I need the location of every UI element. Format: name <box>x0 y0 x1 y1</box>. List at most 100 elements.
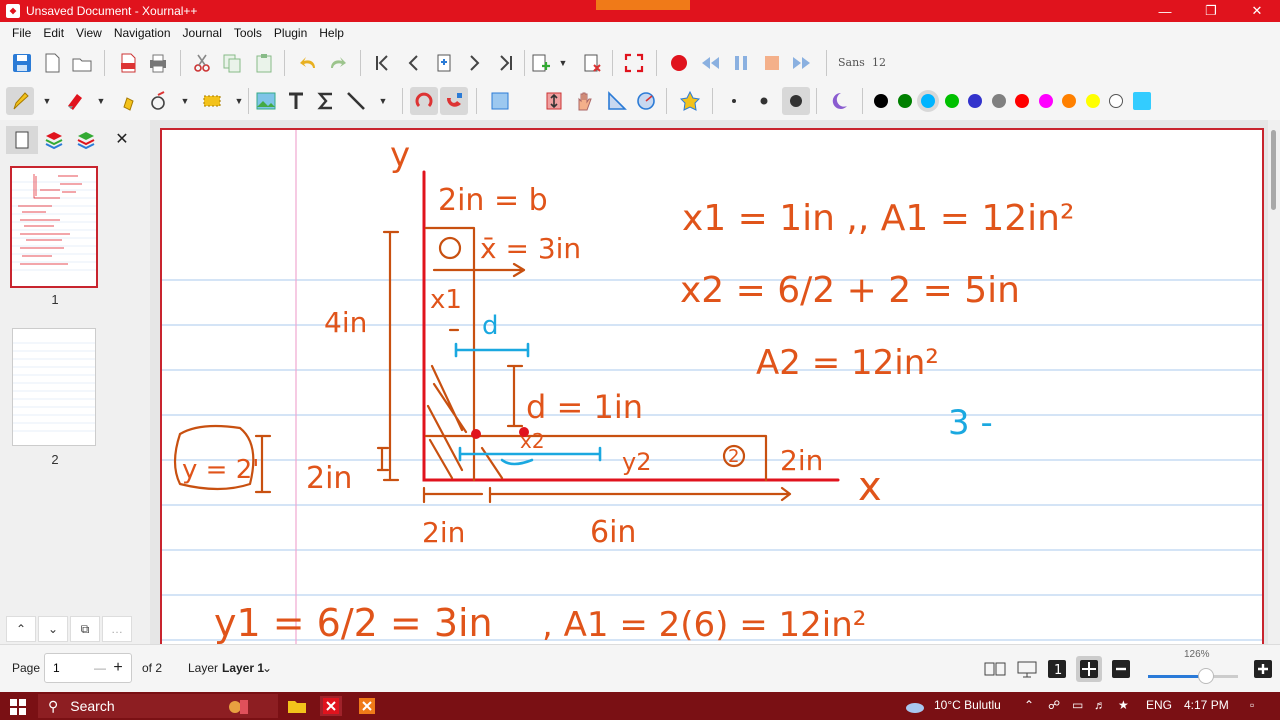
font-size[interactable]: 12 <box>872 56 886 69</box>
layer-select[interactable]: Layer 1 <box>222 661 264 675</box>
fullscreen-icon[interactable] <box>622 51 646 75</box>
new-document-icon[interactable] <box>40 51 64 75</box>
color-swatch[interactable] <box>1015 94 1029 108</box>
chevron-up-icon[interactable]: ⌃ <box>1024 698 1034 712</box>
pause-icon[interactable] <box>729 51 753 75</box>
insert-page-icon[interactable] <box>528 51 552 75</box>
previous-page-icon[interactable] <box>402 51 426 75</box>
medium-stroke-icon[interactable] <box>752 89 776 113</box>
first-page-icon[interactable] <box>370 51 394 75</box>
delete-page-button[interactable]: … <box>102 616 132 642</box>
holiday-icon[interactable] <box>228 696 250 716</box>
menu-journal[interactable]: Journal <box>177 22 228 44</box>
stop-icon[interactable] <box>760 51 784 75</box>
minimize-button[interactable]: — <box>1142 0 1188 22</box>
select-region-icon[interactable] <box>200 89 224 113</box>
decrement-button[interactable]: — <box>91 661 109 675</box>
latex-icon[interactable] <box>314 89 338 113</box>
highlighter-icon[interactable] <box>116 89 140 113</box>
vertical-space-icon[interactable] <box>542 89 566 113</box>
close-icon[interactable]: ✕ <box>112 129 132 149</box>
color-swatch[interactable] <box>1062 94 1076 108</box>
goto-page-icon[interactable] <box>432 51 456 75</box>
chevron-down-icon[interactable]: ▼ <box>234 96 244 106</box>
menu-view[interactable]: View <box>70 22 108 44</box>
chevron-down-icon[interactable]: ▼ <box>378 96 388 106</box>
chevron-down-icon[interactable]: ⌄ <box>262 661 272 675</box>
windows-start-icon[interactable] <box>10 699 26 715</box>
eraser-icon[interactable] <box>62 89 86 113</box>
next-page-icon[interactable] <box>462 51 486 75</box>
color-swatch[interactable] <box>1085 94 1100 108</box>
compass-icon[interactable] <box>634 89 658 113</box>
redo-icon[interactable] <box>326 51 350 75</box>
menu-tools[interactable]: Tools <box>228 22 268 44</box>
maximize-button[interactable]: ❐ <box>1188 0 1234 22</box>
open-folder-icon[interactable] <box>70 51 94 75</box>
document-canvas[interactable]: y 2in = b x̄ = 3in x1 4in d = 1in y = 2'… <box>150 120 1280 648</box>
color-swatch[interactable] <box>1038 94 1053 108</box>
presentation-icon[interactable] <box>1016 659 1038 679</box>
fast-forward-icon[interactable] <box>790 51 814 75</box>
color-swatch[interactable] <box>874 94 888 108</box>
language-indicator[interactable]: ENG <box>1146 698 1172 712</box>
color-swatch[interactable] <box>1132 92 1151 110</box>
color-swatch[interactable] <box>897 94 912 108</box>
menu-file[interactable]: File <box>6 22 37 44</box>
hand-icon[interactable] <box>572 89 596 113</box>
increment-button[interactable]: + <box>109 659 127 677</box>
rectangle-select-icon[interactable] <box>488 89 512 113</box>
chevron-down-icon[interactable]: ⌄ <box>38 616 68 642</box>
record-icon[interactable] <box>667 51 691 75</box>
chevron-down-icon[interactable]: ▼ <box>42 96 52 106</box>
page-thumbnail-1[interactable] <box>10 166 98 288</box>
rewind-icon[interactable] <box>698 51 722 75</box>
battery-icon[interactable]: ▭ <box>1072 698 1083 712</box>
chevron-down-icon[interactable]: ▼ <box>96 96 106 106</box>
zoom-fit-icon[interactable] <box>1076 656 1102 682</box>
volume-icon[interactable]: ♬ <box>1094 698 1106 712</box>
page-number-input[interactable]: 1 — + <box>44 653 132 683</box>
network-icon[interactable]: ☍ <box>1048 698 1060 712</box>
notifications-icon[interactable]: ▫ <box>1250 698 1254 712</box>
clock[interactable]: 4:17 PM <box>1184 698 1229 712</box>
layers-icon[interactable] <box>38 126 70 154</box>
zoom-in-icon[interactable] <box>1252 659 1274 679</box>
last-page-icon[interactable] <box>494 51 518 75</box>
page-number-value[interactable]: 1 <box>45 661 91 675</box>
grid-snap-icon[interactable] <box>440 87 468 115</box>
shape-recognizer-icon[interactable] <box>146 89 170 113</box>
chevron-down-icon[interactable]: ▼ <box>180 96 190 106</box>
menu-edit[interactable]: Edit <box>37 22 70 44</box>
chevron-down-icon[interactable]: ▼ <box>558 58 568 68</box>
color-swatch[interactable] <box>1109 94 1123 108</box>
color-swatch[interactable] <box>991 94 1006 108</box>
menu-navigation[interactable]: Navigation <box>108 22 177 44</box>
menu-help[interactable]: Help <box>313 22 350 44</box>
color-swatch[interactable] <box>968 94 982 108</box>
chevron-up-icon[interactable]: ⌃ <box>6 616 36 642</box>
draw-line-icon[interactable] <box>344 89 368 113</box>
page-preview-icon[interactable] <box>6 126 38 154</box>
ruler-snap-icon[interactable] <box>410 87 438 115</box>
duplicate-page-icon[interactable]: ⧉ <box>70 616 100 642</box>
zoom-slider[interactable] <box>1148 668 1238 684</box>
pen-icon[interactable] <box>6 87 34 115</box>
set-square-icon[interactable] <box>604 89 628 113</box>
cut-icon[interactable] <box>190 51 214 75</box>
delete-page-icon[interactable] <box>580 51 604 75</box>
file-explorer-icon[interactable] <box>286 696 308 716</box>
menu-plugin[interactable]: Plugin <box>268 22 313 44</box>
save-icon[interactable] <box>10 51 34 75</box>
copy-icon[interactable] <box>220 51 244 75</box>
thick-stroke-icon[interactable] <box>782 87 810 115</box>
xournal-taskbar-icon[interactable] <box>320 696 342 716</box>
vertical-scrollbar[interactable] <box>1268 120 1280 644</box>
paste-icon[interactable] <box>252 51 276 75</box>
export-pdf-icon[interactable] <box>116 51 140 75</box>
print-icon[interactable] <box>146 51 170 75</box>
weather-text[interactable]: 10°C Bulutlu <box>934 698 1001 712</box>
location-icon[interactable]: ★ <box>1118 698 1129 712</box>
document-page[interactable]: y 2in = b x̄ = 3in x1 4in d = 1in y = 2'… <box>160 128 1264 648</box>
zoom-100-icon[interactable]: 1 <box>1046 659 1068 679</box>
